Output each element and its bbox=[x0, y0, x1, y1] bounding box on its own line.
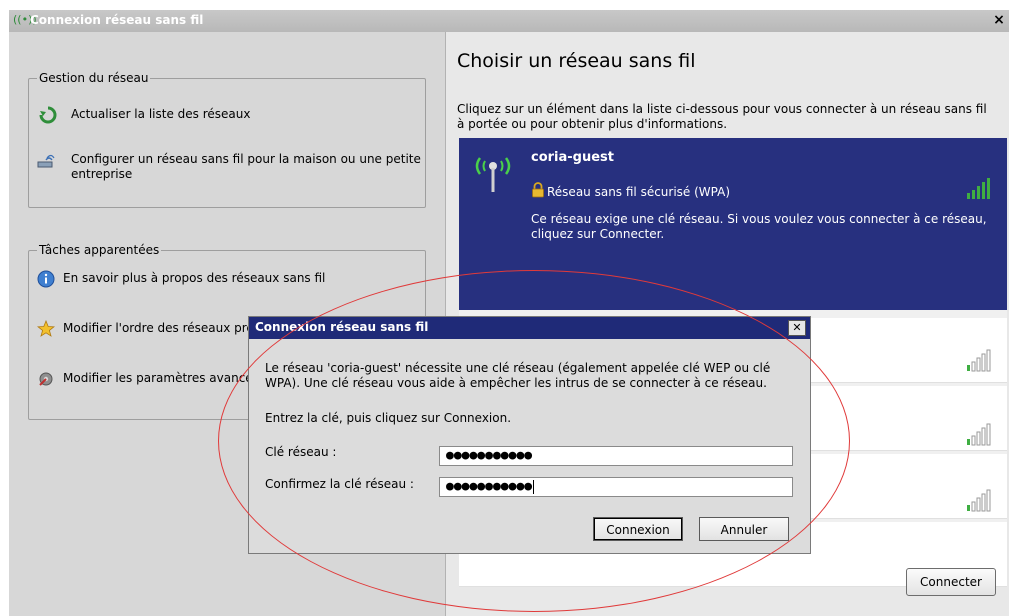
signal-strength-icon bbox=[967, 178, 990, 199]
lock-icon bbox=[532, 182, 544, 198]
dialog-titlebar[interactable]: Connexion réseau sans fil ✕ bbox=[249, 317, 810, 339]
connexion-button[interactable]: Connexion bbox=[593, 517, 683, 541]
info-icon bbox=[37, 270, 55, 288]
setup-network-icon bbox=[37, 154, 55, 168]
wireless-icon: ((•)) bbox=[13, 13, 37, 26]
network-security: Réseau sans fil sécurisé (WPA) bbox=[547, 185, 731, 199]
task-label: En savoir plus à propos des réseaux sans… bbox=[63, 271, 326, 285]
settings-icon bbox=[39, 372, 53, 386]
signal-strength-icon bbox=[967, 489, 991, 512]
window-titlebar[interactable]: ((•)) Connexion réseau sans fil × bbox=[9, 10, 1009, 32]
network-item-selected[interactable]: coria-guest Réseau sans fil sécurisé (WP… bbox=[459, 138, 1007, 310]
window-title: Connexion réseau sans fil bbox=[30, 13, 204, 27]
group-legend: Gestion du réseau bbox=[37, 71, 151, 85]
confirm-key-label: Confirmez la clé réseau : bbox=[265, 477, 414, 491]
network-management-group: Gestion du réseau bbox=[28, 71, 426, 208]
learn-wireless-link[interactable]: En savoir plus à propos des réseaux sans… bbox=[33, 270, 423, 291]
confirm-key-field[interactable]: ●●●●●●●●●●● bbox=[439, 477, 793, 497]
signal-strength-icon bbox=[967, 423, 991, 446]
wireless-antenna-icon bbox=[475, 157, 511, 192]
network-key-value: ●●●●●●●●●●● bbox=[446, 448, 533, 463]
confirm-key-value: ●●●●●●●●●●● bbox=[446, 479, 533, 494]
task-label: Configurer un réseau sans fil pour la ma… bbox=[71, 152, 421, 181]
task-label: Modifier les paramètres avancés bbox=[63, 371, 259, 385]
network-key-field[interactable]: ●●●●●●●●●●● bbox=[439, 446, 793, 466]
refresh-icon bbox=[39, 106, 57, 124]
page-title: Choisir un réseau sans fil bbox=[457, 50, 696, 72]
dialog-instruction: Entrez la clé, puis cliquez sur Connexio… bbox=[265, 411, 512, 425]
refresh-networks-link[interactable]: Actualiser la liste des réseaux bbox=[33, 106, 423, 127]
dialog-title: Connexion réseau sans fil bbox=[255, 320, 429, 334]
network-name: coria-guest bbox=[531, 150, 615, 165]
close-icon[interactable]: × bbox=[991, 12, 1007, 28]
network-message: Ce réseau exige une clé réseau. Si vous … bbox=[531, 212, 987, 241]
instructions-text: Cliquez sur un élément dans la liste ci-… bbox=[457, 102, 987, 131]
dialog-close-icon[interactable]: ✕ bbox=[788, 320, 806, 336]
text-caret bbox=[533, 479, 535, 494]
network-key-dialog: Connexion réseau sans fil ✕ Le réseau 'c… bbox=[248, 316, 811, 554]
signal-strength-icon bbox=[967, 349, 991, 372]
cancel-button[interactable]: Annuler bbox=[699, 517, 789, 541]
star-icon bbox=[37, 320, 55, 337]
connect-button[interactable]: Connecter bbox=[906, 568, 996, 596]
setup-network-link[interactable]: Configurer un réseau sans fil pour la ma… bbox=[33, 152, 423, 186]
dialog-message: Le réseau 'coria-guest' nécessite une cl… bbox=[265, 361, 771, 390]
task-label: Actualiser la liste des réseaux bbox=[71, 107, 251, 121]
network-key-label: Clé réseau : bbox=[265, 445, 337, 459]
group-legend: Tâches apparentées bbox=[37, 243, 162, 257]
